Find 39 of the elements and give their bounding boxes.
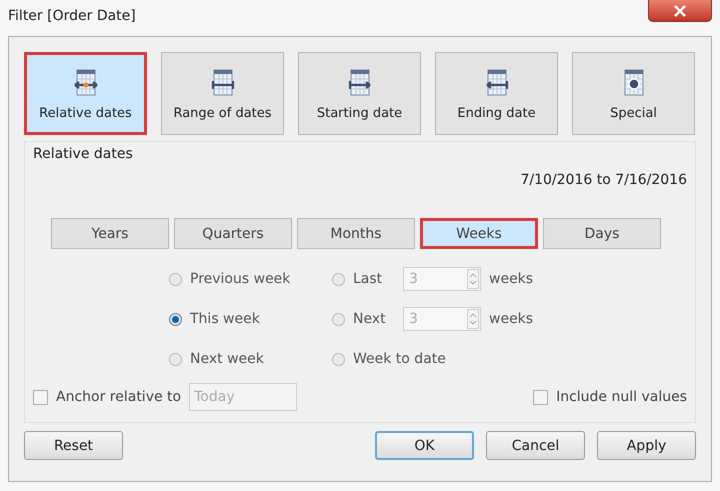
mode-button[interactable]: Special bbox=[572, 52, 695, 135]
unit-tab[interactable]: Weeks bbox=[420, 218, 538, 249]
unit-label: weeks bbox=[489, 311, 534, 327]
section-label: Relative dates bbox=[33, 146, 133, 162]
option-label: Last bbox=[353, 271, 384, 287]
option-label: Week to date bbox=[353, 351, 446, 367]
mode-button[interactable]: Starting date bbox=[298, 52, 421, 135]
mode-button[interactable]: Relative dates bbox=[24, 52, 147, 135]
close-button[interactable] bbox=[648, 0, 712, 22]
dialog-button[interactable]: Apply bbox=[597, 431, 696, 460]
checkbox-label: Include null values bbox=[556, 389, 687, 405]
spinner-icon[interactable] bbox=[467, 309, 479, 329]
close-icon bbox=[673, 4, 687, 16]
radio-button[interactable] bbox=[169, 352, 182, 366]
unit-tab[interactable]: Years bbox=[51, 218, 169, 249]
unit-tab[interactable]: Quarters bbox=[174, 218, 292, 249]
checkbox[interactable] bbox=[33, 390, 48, 404]
option-label: Next bbox=[353, 311, 387, 327]
option-label: This week bbox=[190, 311, 260, 327]
window-title: Filter [Order Date] bbox=[8, 8, 136, 24]
checkbox-label: Anchor relative to bbox=[56, 389, 182, 405]
spinner-icon[interactable] bbox=[467, 269, 479, 289]
option-label: Previous week bbox=[190, 271, 290, 287]
radio-button[interactable] bbox=[332, 312, 345, 326]
dialog-button[interactable]: Reset bbox=[24, 431, 123, 460]
unit-label: weeks bbox=[489, 271, 534, 287]
radio-button[interactable] bbox=[169, 272, 182, 286]
mode-button[interactable]: Range of dates bbox=[161, 52, 284, 135]
option-label: Next week bbox=[190, 351, 264, 367]
checkbox[interactable] bbox=[533, 390, 548, 404]
unit-tab[interactable]: Months bbox=[297, 218, 415, 249]
dialog-button[interactable]: Cancel bbox=[486, 431, 585, 460]
unit-tab[interactable]: Days bbox=[543, 218, 661, 249]
radio-button[interactable] bbox=[169, 312, 182, 326]
radio-button[interactable] bbox=[332, 272, 345, 286]
dialog-button[interactable]: OK bbox=[375, 431, 474, 460]
mode-button[interactable]: Ending date bbox=[435, 52, 558, 135]
radio-button[interactable] bbox=[332, 352, 345, 366]
date-range: 7/10/2016 to 7/16/2016 bbox=[520, 172, 687, 188]
